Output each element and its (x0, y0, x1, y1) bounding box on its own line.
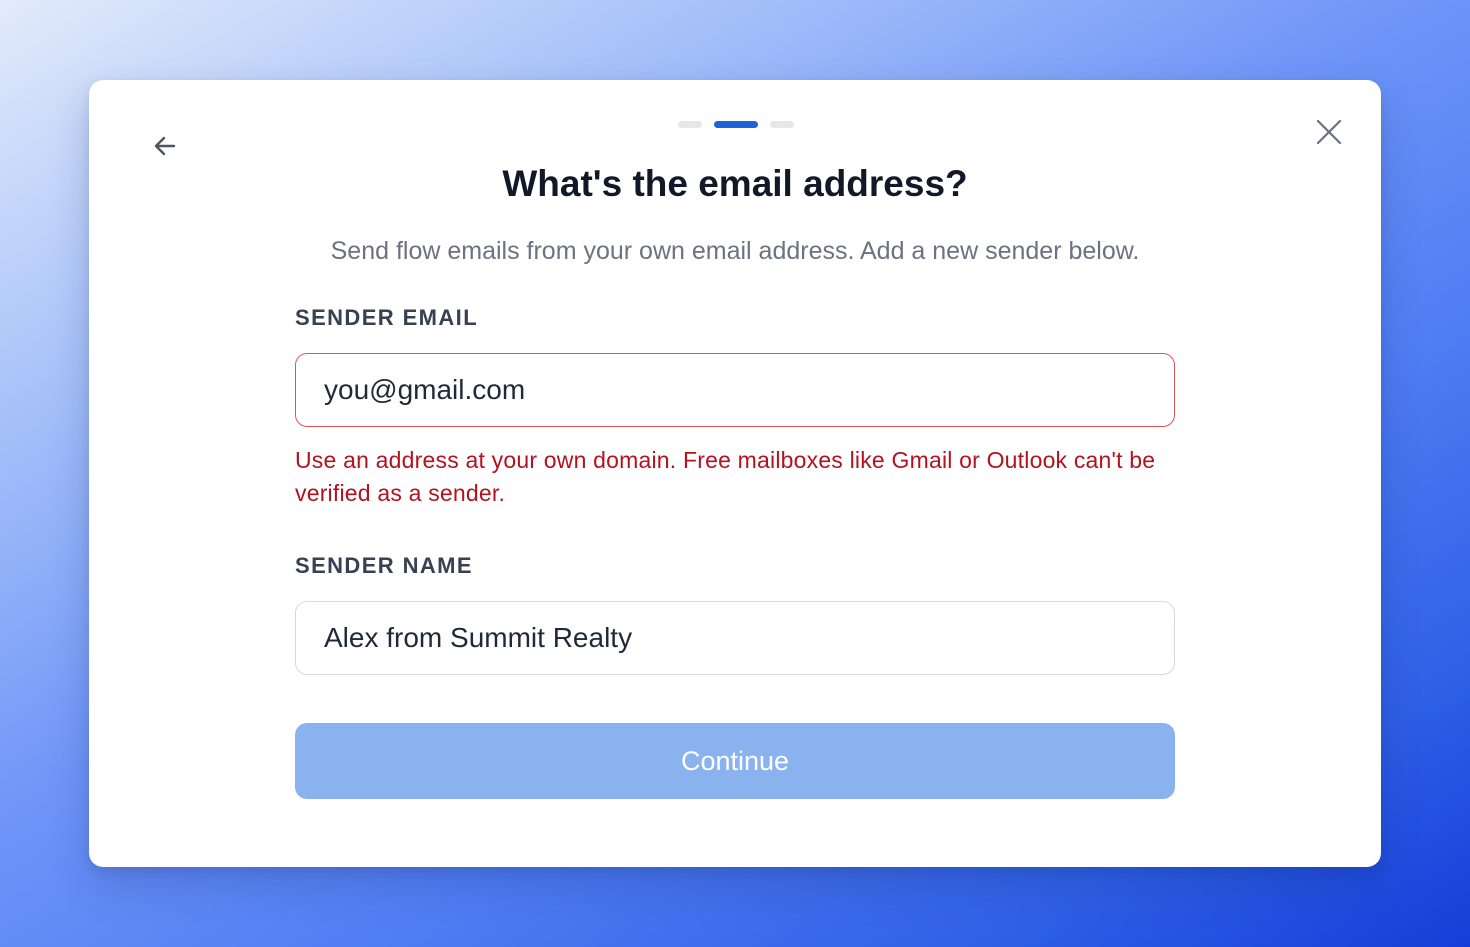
sender-name-input[interactable] (295, 601, 1175, 675)
step-dot-1 (678, 121, 702, 128)
dialog-title: What's the email address? (502, 163, 968, 204)
step-indicator (678, 121, 794, 128)
sender-name-label: SENDER NAME (295, 553, 473, 578)
sender-email-label: SENDER EMAIL (295, 305, 479, 330)
step-dot-3 (770, 121, 794, 128)
sender-dialog: What's the email address? Send flow emai… (89, 80, 1381, 867)
close-button[interactable] (1309, 114, 1349, 154)
step-dot-2-active (714, 121, 758, 128)
close-icon (1315, 118, 1343, 151)
sender-email-error: Use an address at your own domain. Free … (295, 447, 1156, 506)
sender-email-input[interactable] (295, 353, 1175, 427)
continue-button[interactable]: Continue (295, 723, 1175, 799)
dialog-subtitle: Send flow emails from your own email add… (330, 237, 1140, 265)
